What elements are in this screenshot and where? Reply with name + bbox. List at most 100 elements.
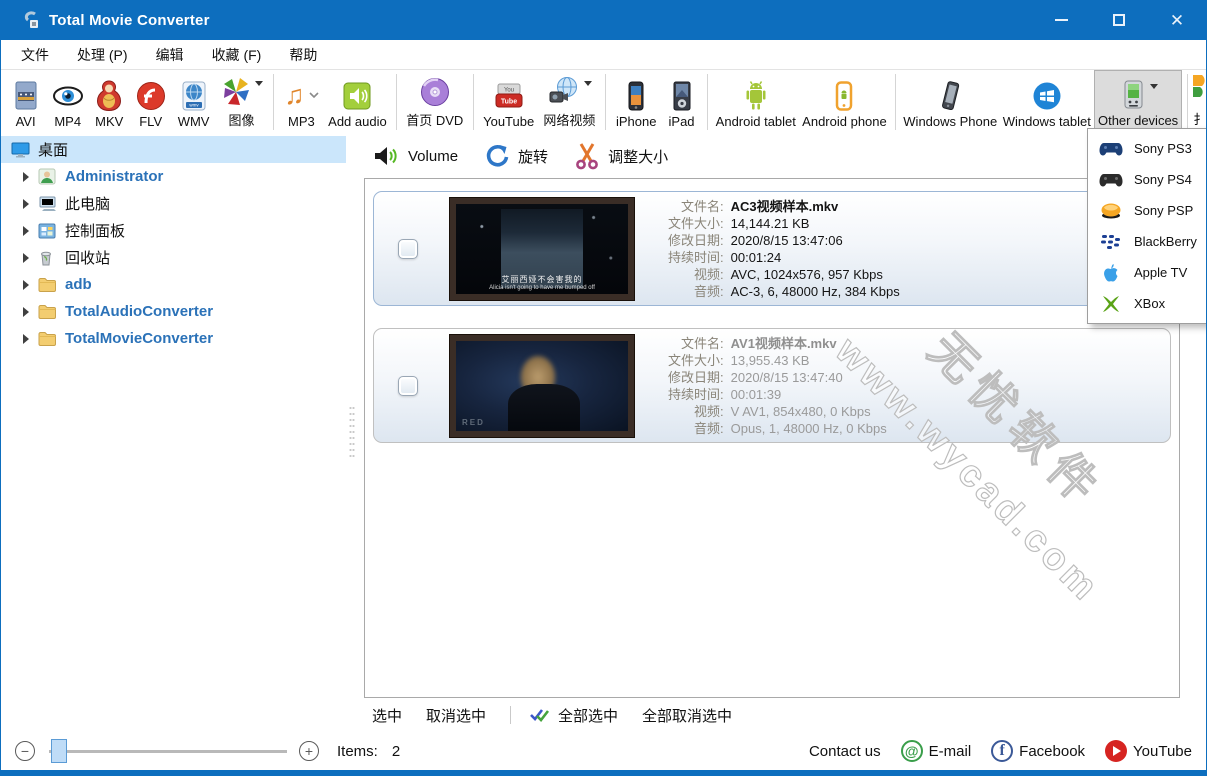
select-button[interactable]: 选中: [372, 705, 402, 726]
deselect-all-button[interactable]: 全部取消选中: [642, 705, 732, 726]
toolbar-android-phone-button[interactable]: Android phone: [799, 70, 890, 134]
menu-item-sony-ps3[interactable]: Sony PS3: [1088, 133, 1206, 164]
expand-arrow-icon[interactable]: [23, 226, 29, 236]
select-all-button[interactable]: 全部选中: [529, 705, 618, 726]
toolbar-wmv-button[interactable]: wmv WMV: [172, 70, 215, 134]
volume-button[interactable]: Volume: [372, 144, 458, 168]
apple-icon: [1098, 262, 1124, 284]
toolbar-ipad-button[interactable]: iPad: [662, 70, 702, 134]
file-date: 2020/8/15 13:47:40: [731, 369, 887, 386]
toolbar-mkv-button[interactable]: MKV: [89, 70, 129, 134]
dropdown-caret-icon: [584, 81, 592, 86]
label-modified: 修改日期:: [668, 369, 724, 386]
toolbar-android-tablet-button[interactable]: Android tablet: [712, 70, 799, 134]
iphone-icon: [623, 79, 649, 112]
expand-arrow-icon[interactable]: [23, 253, 29, 263]
label-video: 视频:: [668, 403, 724, 420]
file-size: 13,955.43 KB: [731, 352, 887, 369]
menu-favorites[interactable]: 收藏 (F): [198, 40, 276, 70]
tree-item-control-panel[interactable]: 控制面板: [1, 217, 346, 244]
handheld-device-icon: [1119, 78, 1158, 111]
menu-item-sony-psp[interactable]: Sony PSP: [1088, 195, 1206, 226]
recycle-bin-icon: [38, 249, 57, 266]
double-check-icon: [529, 707, 551, 723]
minimize-button[interactable]: [1032, 0, 1090, 40]
toolbar-iphone-button[interactable]: iPhone: [611, 70, 662, 134]
toolbar-avi-button[interactable]: AVI: [5, 70, 46, 134]
toolbar-add-audio-button[interactable]: Add audio: [324, 70, 391, 134]
menu-help[interactable]: 帮助: [275, 40, 331, 70]
tree-item-desktop[interactable]: 桌面: [1, 136, 346, 163]
expand-arrow-icon[interactable]: [23, 334, 29, 344]
toolbar-windows-tablet-button[interactable]: Windows tablet: [1000, 70, 1094, 134]
menu-item-sony-ps4[interactable]: Sony PS4: [1088, 164, 1206, 195]
expand-arrow-icon[interactable]: [23, 199, 29, 209]
maximize-button[interactable]: [1090, 0, 1148, 40]
toolbar-windows-phone-button[interactable]: Windows Phone: [901, 70, 1000, 134]
toolbar-image-button[interactable]: 图像: [215, 70, 268, 134]
matryoshka-icon: [95, 79, 123, 112]
statusbar: − + Items: 2 Contact us @ E-mail f Faceb…: [1, 732, 1206, 770]
youtube-link[interactable]: YouTube: [1105, 740, 1192, 762]
toolbar-mp3-button[interactable]: ♫ MP3: [279, 70, 324, 134]
toolbar-flv-button[interactable]: FLV: [129, 70, 172, 134]
contact-us-link[interactable]: Contact us: [809, 743, 881, 760]
zoom-out-icon[interactable]: −: [15, 741, 35, 761]
file-checkbox[interactable]: [398, 239, 418, 259]
resize-button[interactable]: 调整大小: [574, 142, 668, 170]
sidebar-splitter[interactable]: [346, 134, 358, 732]
rotate-button[interactable]: 旋转: [484, 143, 548, 169]
toolbar-truncated-button[interactable]: 扌: [1193, 70, 1206, 134]
truncated-icon: [1193, 75, 1206, 109]
folder-icon: [38, 303, 57, 320]
dropdown-caret-icon: [1150, 84, 1158, 89]
youtube-icon: YouTube: [493, 79, 525, 112]
tree-item-recycle-bin[interactable]: 回收站: [1, 244, 346, 271]
label-modified: 修改日期:: [668, 232, 724, 249]
avi-file-icon: [11, 79, 41, 112]
expand-arrow-icon[interactable]: [23, 307, 29, 317]
thumbnail-size-slider[interactable]: [49, 739, 287, 763]
slider-handle[interactable]: [51, 739, 67, 763]
tree-item-adb[interactable]: adb: [1, 271, 346, 298]
toolbar-separator: [605, 74, 606, 130]
expand-arrow-icon[interactable]: [23, 172, 29, 182]
android-robot-icon: [741, 79, 771, 112]
menu-edit[interactable]: 编辑: [142, 40, 198, 70]
expand-arrow-icon[interactable]: [23, 280, 29, 290]
minimize-icon: [1055, 19, 1068, 21]
deselect-button[interactable]: 取消选中: [426, 705, 486, 726]
tree-item-this-pc[interactable]: 此电脑: [1, 190, 346, 217]
toolbar-web-video-button[interactable]: 网络视频: [539, 70, 600, 134]
toolbar-dvd-button[interactable]: 首页 DVD: [402, 70, 468, 134]
file-audio: Opus, 1, 48000 Hz, 0 Kbps: [731, 420, 887, 437]
menu-process[interactable]: 处理 (P): [63, 40, 142, 70]
splitter-grip-icon: [349, 405, 355, 461]
file-row[interactable]: RED 文件名: 文件大小: 修改日期: 持续时间: 视频: 音频: AV1视频…: [373, 328, 1171, 443]
menu-item-apple-tv[interactable]: Apple TV: [1088, 257, 1206, 288]
label-filename: 文件名:: [668, 335, 724, 352]
tree-item-administrator[interactable]: Administrator: [1, 163, 346, 190]
toolbar-mp4-button[interactable]: MP4: [46, 70, 89, 134]
tree-item-total-audio-converter[interactable]: TotalAudioConverter: [1, 298, 346, 325]
facebook-icon: f: [991, 740, 1013, 762]
menu-item-xbox[interactable]: XBox: [1088, 288, 1206, 319]
file-checkbox[interactable]: [398, 376, 418, 396]
menu-item-blackberry[interactable]: BlackBerry: [1088, 226, 1206, 257]
file-duration: 00:01:39: [731, 386, 887, 403]
email-link[interactable]: @ E-mail: [901, 740, 972, 762]
menu-file[interactable]: 文件: [7, 40, 63, 70]
facebook-link[interactable]: f Facebook: [991, 740, 1085, 762]
folder-icon: [38, 276, 57, 293]
toolbar-other-devices-button[interactable]: Other devices: [1094, 70, 1183, 134]
zoom-in-icon[interactable]: +: [299, 741, 319, 761]
file-row[interactable]: 艾丽西娅不会害我的 Alicia isn't going to have me …: [373, 191, 1171, 306]
file-audio: AC-3, 6, 48000 Hz, 384 Kbps: [731, 283, 900, 300]
dvd-disc-icon: [419, 75, 451, 108]
file-details: 文件名: 文件大小: 修改日期: 持续时间: 视频: 音频: AV1视频样本.m…: [668, 335, 887, 437]
label-duration: 持续时间:: [668, 249, 724, 266]
tree-item-total-movie-converter[interactable]: TotalMovieConverter: [1, 325, 346, 352]
label-filesize: 文件大小:: [668, 215, 724, 232]
toolbar-youtube-button[interactable]: YouTube YouTube: [479, 70, 539, 134]
close-button[interactable]: ✕: [1148, 0, 1206, 40]
